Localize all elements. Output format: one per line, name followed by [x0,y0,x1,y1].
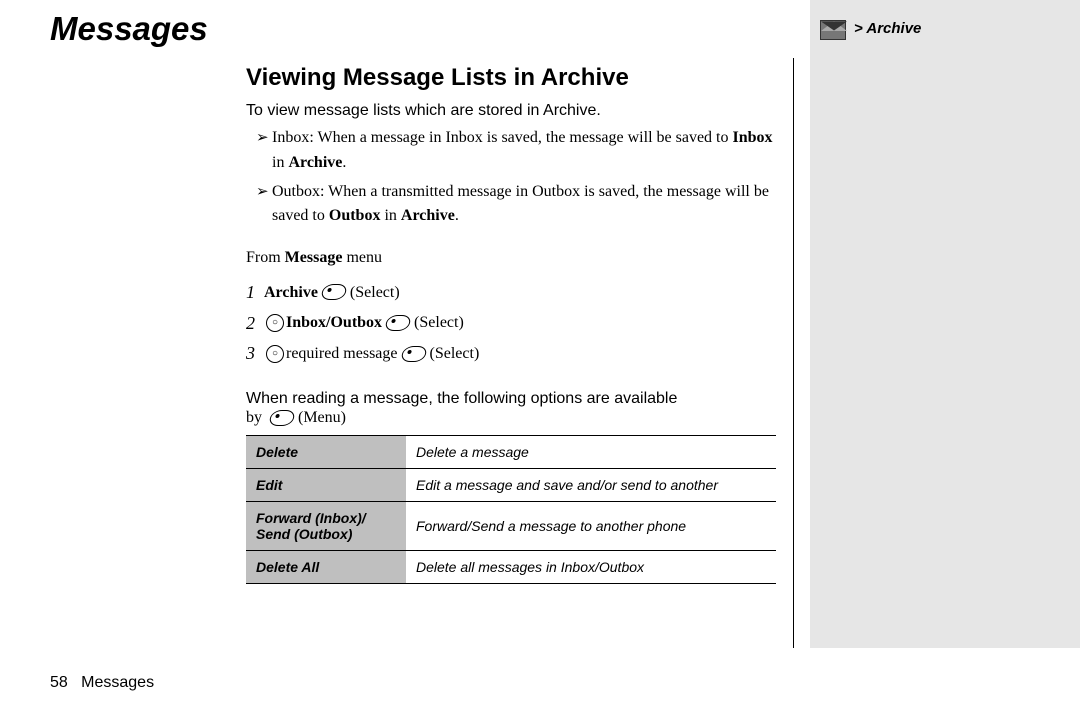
intro-text: To view message lists which are stored i… [246,102,781,120]
option-desc: Edit a message and save and/or send to a… [406,469,776,502]
envelope-icon [820,20,846,40]
step-plain: required message [286,340,398,367]
list-item: ➢ Inbox: When a message in Inbox is save… [246,126,781,176]
option-label: Delete [246,436,406,469]
step-action: (Select) [414,309,464,336]
step: 1 Archive (Select) [246,277,781,308]
table-row: Delete All Delete all messages in Inbox/… [246,551,776,584]
nav-key-icon: ○ [266,345,284,363]
select-key-icon [268,410,296,426]
option-label: Delete All [246,551,406,584]
step-action: (Select) [430,340,480,367]
bullet-icon: ➢ [256,126,272,150]
bullet-icon: ➢ [256,180,272,204]
select-key-icon [384,315,412,331]
step-label: Archive [264,279,318,306]
nav-key-icon: ○ [266,314,284,332]
from-line: From Message menu [246,249,781,267]
page-header-title: Messages [50,10,208,48]
option-desc: Delete a message [406,436,776,469]
step-number: 1 [246,277,264,308]
option-label: Edit [246,469,406,502]
steps-list: 1 Archive (Select) 2 ○ Inbox/Outbox (Sel… [246,277,781,369]
step-label: Inbox/Outbox [286,309,382,336]
breadcrumb: > Archive [854,20,921,37]
side-panel: > Archive [810,0,1080,648]
options-intro: When reading a message, the following op… [246,389,781,427]
options-table: Delete Delete a message Edit Edit a mess… [246,435,776,584]
step-action: (Select) [350,279,400,306]
select-key-icon [320,284,348,300]
bullet-text: Outbox: When a transmitted message in Ou… [272,180,781,230]
step-number: 3 [246,338,264,369]
divider [793,58,794,648]
option-desc: Delete all messages in Inbox/Outbox [406,551,776,584]
select-key-icon [399,346,427,362]
bullet-list: ➢ Inbox: When a message in Inbox is save… [246,126,781,229]
bullet-text: Inbox: When a message in Inbox is saved,… [272,126,781,176]
table-row: Delete Delete a message [246,436,776,469]
footer-section: Messages [81,674,154,691]
step-number: 2 [246,308,264,339]
list-item: ➢ Outbox: When a transmitted message in … [246,180,781,230]
section-title: Viewing Message Lists in Archive [246,64,781,92]
option-label: Forward (Inbox)/ Send (Outbox) [246,502,406,551]
main-content: Viewing Message Lists in Archive To view… [246,64,781,584]
option-desc: Forward/Send a message to another phone [406,502,776,551]
step: 3 ○ required message (Select) [246,338,781,369]
table-row: Forward (Inbox)/ Send (Outbox) Forward/S… [246,502,776,551]
page-number: 58 [50,674,68,691]
table-row: Edit Edit a message and save and/or send… [246,469,776,502]
step: 2 ○ Inbox/Outbox (Select) [246,308,781,339]
page-footer: 58 Messages [50,674,154,692]
